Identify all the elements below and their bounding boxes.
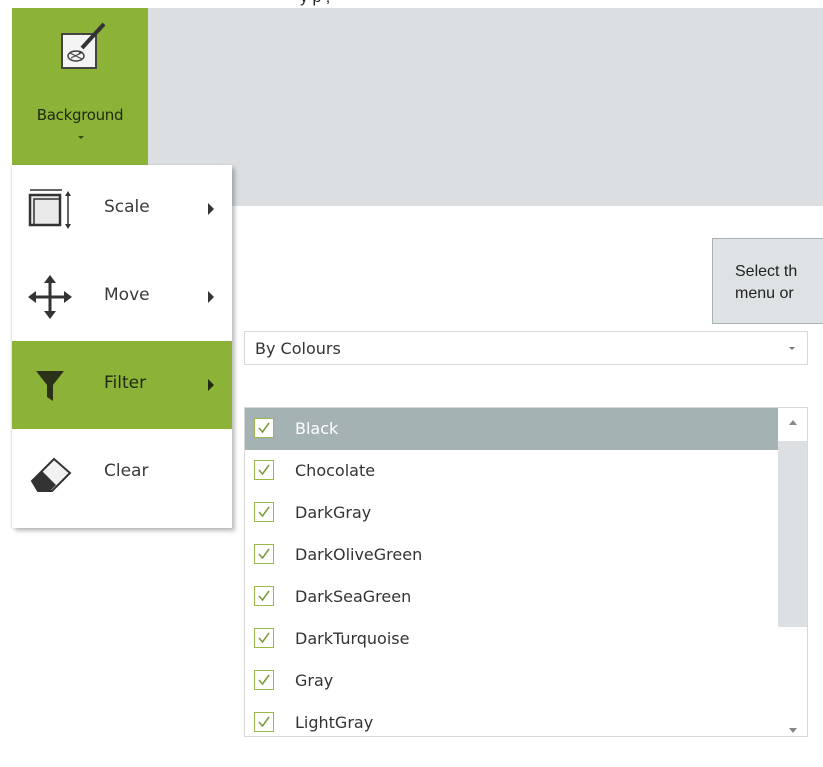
list-item-label: DarkTurquoise bbox=[295, 629, 410, 648]
list-item-label: DarkOliveGreen bbox=[295, 545, 423, 564]
scroll-down-arrow-icon[interactable] bbox=[789, 728, 797, 733]
list-item-label: Chocolate bbox=[295, 461, 376, 480]
checkbox[interactable] bbox=[254, 712, 274, 732]
filter-icon bbox=[28, 363, 76, 407]
checkbox[interactable] bbox=[254, 628, 274, 648]
menu-item-label: Filter bbox=[104, 373, 147, 393]
list-item-label: DarkSeaGreen bbox=[295, 587, 412, 606]
background-edit-icon bbox=[56, 18, 112, 76]
list-item[interactable]: DarkOliveGreen bbox=[245, 534, 779, 576]
background-button[interactable]: Background bbox=[12, 8, 148, 165]
hint-line-1: Select th bbox=[735, 263, 798, 280]
scale-icon bbox=[28, 187, 76, 231]
list-item-label: DarkGray bbox=[295, 503, 372, 522]
checkbox[interactable] bbox=[254, 544, 274, 564]
list-item-label: Gray bbox=[295, 671, 334, 690]
scroll-up-arrow-icon[interactable] bbox=[789, 420, 797, 425]
list-item[interactable]: DarkGray bbox=[245, 492, 779, 534]
menu-item-label: Clear bbox=[104, 461, 149, 481]
menu-item-clear[interactable]: Clear bbox=[12, 429, 232, 517]
move-icon bbox=[28, 275, 76, 319]
checkbox[interactable] bbox=[254, 418, 274, 438]
menu-item-filter[interactable]: Filter bbox=[12, 341, 232, 429]
chevron-down-icon bbox=[789, 347, 795, 350]
background-menu: Scale Move Filter Clear bbox=[12, 165, 232, 528]
menu-item-scale[interactable]: Scale bbox=[12, 165, 232, 253]
scrollbar-thumb[interactable] bbox=[778, 441, 807, 627]
colour-list[interactable]: Black Chocolate DarkGray DarkOliveGreen … bbox=[244, 407, 808, 737]
menu-item-move[interactable]: Move bbox=[12, 253, 232, 341]
chevron-right-icon bbox=[208, 203, 214, 215]
eraser-icon bbox=[28, 451, 76, 495]
checkbox[interactable] bbox=[254, 460, 274, 480]
chevron-right-icon bbox=[208, 379, 214, 391]
list-item-label: LightGray bbox=[295, 713, 374, 732]
list-item-label: Black bbox=[295, 419, 339, 438]
filter-mode-value: By Colours bbox=[255, 339, 341, 358]
menu-item-label: Move bbox=[104, 285, 150, 305]
background-button-label: Background bbox=[36, 106, 124, 124]
hint-tooltip: Select th menu or bbox=[712, 238, 823, 324]
list-item[interactable]: DarkTurquoise bbox=[245, 618, 779, 660]
chevron-right-icon bbox=[208, 291, 214, 303]
checkbox[interactable] bbox=[254, 586, 274, 606]
list-item[interactable]: DarkSeaGreen bbox=[245, 576, 779, 618]
list-item[interactable]: Black bbox=[245, 408, 779, 450]
list-item[interactable]: Gray bbox=[245, 660, 779, 702]
menu-item-label: Scale bbox=[104, 197, 150, 217]
hint-line-2: menu or bbox=[735, 285, 794, 302]
chevron-down-icon bbox=[78, 136, 84, 139]
checkbox[interactable] bbox=[254, 670, 274, 690]
checkbox[interactable] bbox=[254, 502, 274, 522]
list-item[interactable]: LightGray bbox=[245, 702, 779, 736]
list-item[interactable]: Chocolate bbox=[245, 450, 779, 492]
filter-mode-select[interactable]: By Colours bbox=[244, 331, 808, 365]
